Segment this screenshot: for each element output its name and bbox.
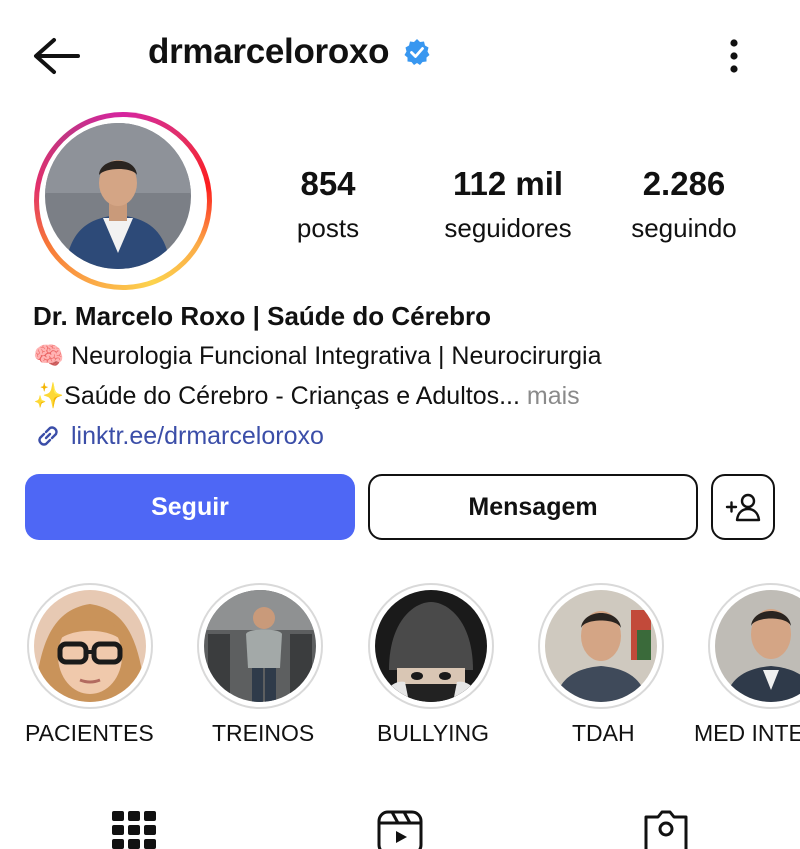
highlight-label: TDAH <box>572 720 635 746</box>
grid-icon[interactable] <box>110 809 158 849</box>
reels-icon[interactable] <box>376 809 424 849</box>
message-button[interactable]: Mensagem <box>368 474 698 540</box>
highlight-label: BULLYING <box>377 720 490 746</box>
highlight-ring <box>368 583 494 709</box>
bio-external-link[interactable]: linktr.ee/drmarceloroxo <box>33 416 773 456</box>
link-icon <box>38 426 58 446</box>
highlight-label: PACIENTES <box>25 720 154 746</box>
followers-count: 112 mil <box>452 165 564 202</box>
brain-emoji-icon: 🧠 <box>33 342 65 370</box>
highlight-cover <box>375 590 487 702</box>
followers-label: seguidores <box>444 213 572 243</box>
bio-link-text: linktr.ee/drmarceloroxo <box>71 422 324 450</box>
profile-username: drmarceloroxo <box>148 32 390 71</box>
stat-posts[interactable]: 854 posts <box>278 164 378 246</box>
username-container: drmarceloroxo <box>148 32 431 72</box>
message-button-label: Mensagem <box>468 492 598 521</box>
highlight-ring <box>197 583 323 709</box>
profile-avatar <box>45 123 191 269</box>
follow-button[interactable]: Seguir <box>25 474 355 540</box>
bio-line-2-text: Saúde do Cérebro - Crianças e Adultos... <box>64 382 520 410</box>
bio-line-1: 🧠 Neurologia Funcional Integrativa | Neu… <box>33 336 773 376</box>
stat-followers[interactable]: 112 mil seguidores <box>430 164 586 246</box>
highlight-cover <box>715 590 800 702</box>
more-options-icon[interactable] <box>716 36 752 76</box>
highlight-bullying[interactable]: BULLYING <box>368 583 498 746</box>
posts-label: posts <box>296 213 360 243</box>
highlight-cover <box>34 590 146 702</box>
highlight-cover <box>204 590 316 702</box>
highlight-treinos[interactable]: TREINOS <box>197 583 327 746</box>
posts-count: 854 <box>300 165 356 202</box>
following-count: 2.286 <box>642 165 726 202</box>
back-arrow-icon[interactable] <box>30 34 82 78</box>
tagged-icon[interactable] <box>642 809 690 849</box>
highlight-cover <box>545 590 657 702</box>
add-person-icon <box>725 493 761 522</box>
follow-button-label: Seguir <box>151 492 229 521</box>
highlight-ring <box>538 583 664 709</box>
highlight-pacientes[interactable]: PACIENTES <box>25 583 157 746</box>
profile-display-name: Dr. Marcelo Roxo | Saúde do Cérebro <box>33 301 492 331</box>
profile-header: drmarceloroxo <box>0 0 800 110</box>
highlight-label: MED INTE <box>694 720 800 746</box>
sparkles-emoji-icon: ✨ <box>33 382 65 410</box>
stat-following[interactable]: 2.286 seguindo <box>616 164 752 246</box>
highlight-ring <box>708 583 800 709</box>
profile-avatar-story-ring[interactable] <box>34 112 212 290</box>
highlight-med-inte[interactable]: MED INTE <box>694 583 800 746</box>
profile-bio: Dr. Marcelo Roxo | Saúde do Cérebro 🧠 Ne… <box>33 296 773 456</box>
highlight-label: TREINOS <box>212 720 315 746</box>
bio-more-link[interactable]: mais <box>520 382 580 410</box>
highlight-ring <box>27 583 153 709</box>
bio-line-2: ✨Saúde do Cérebro - Crianças e Adultos..… <box>33 376 773 416</box>
bio-line-1-text: Neurologia Funcional Integrativa | Neuro… <box>71 342 602 370</box>
verified-badge-icon <box>404 39 430 65</box>
highlight-tdah[interactable]: TDAH <box>538 583 668 746</box>
suggest-people-button[interactable] <box>711 474 775 540</box>
profile-content-tabs <box>0 795 800 849</box>
following-label: seguindo <box>631 213 737 243</box>
